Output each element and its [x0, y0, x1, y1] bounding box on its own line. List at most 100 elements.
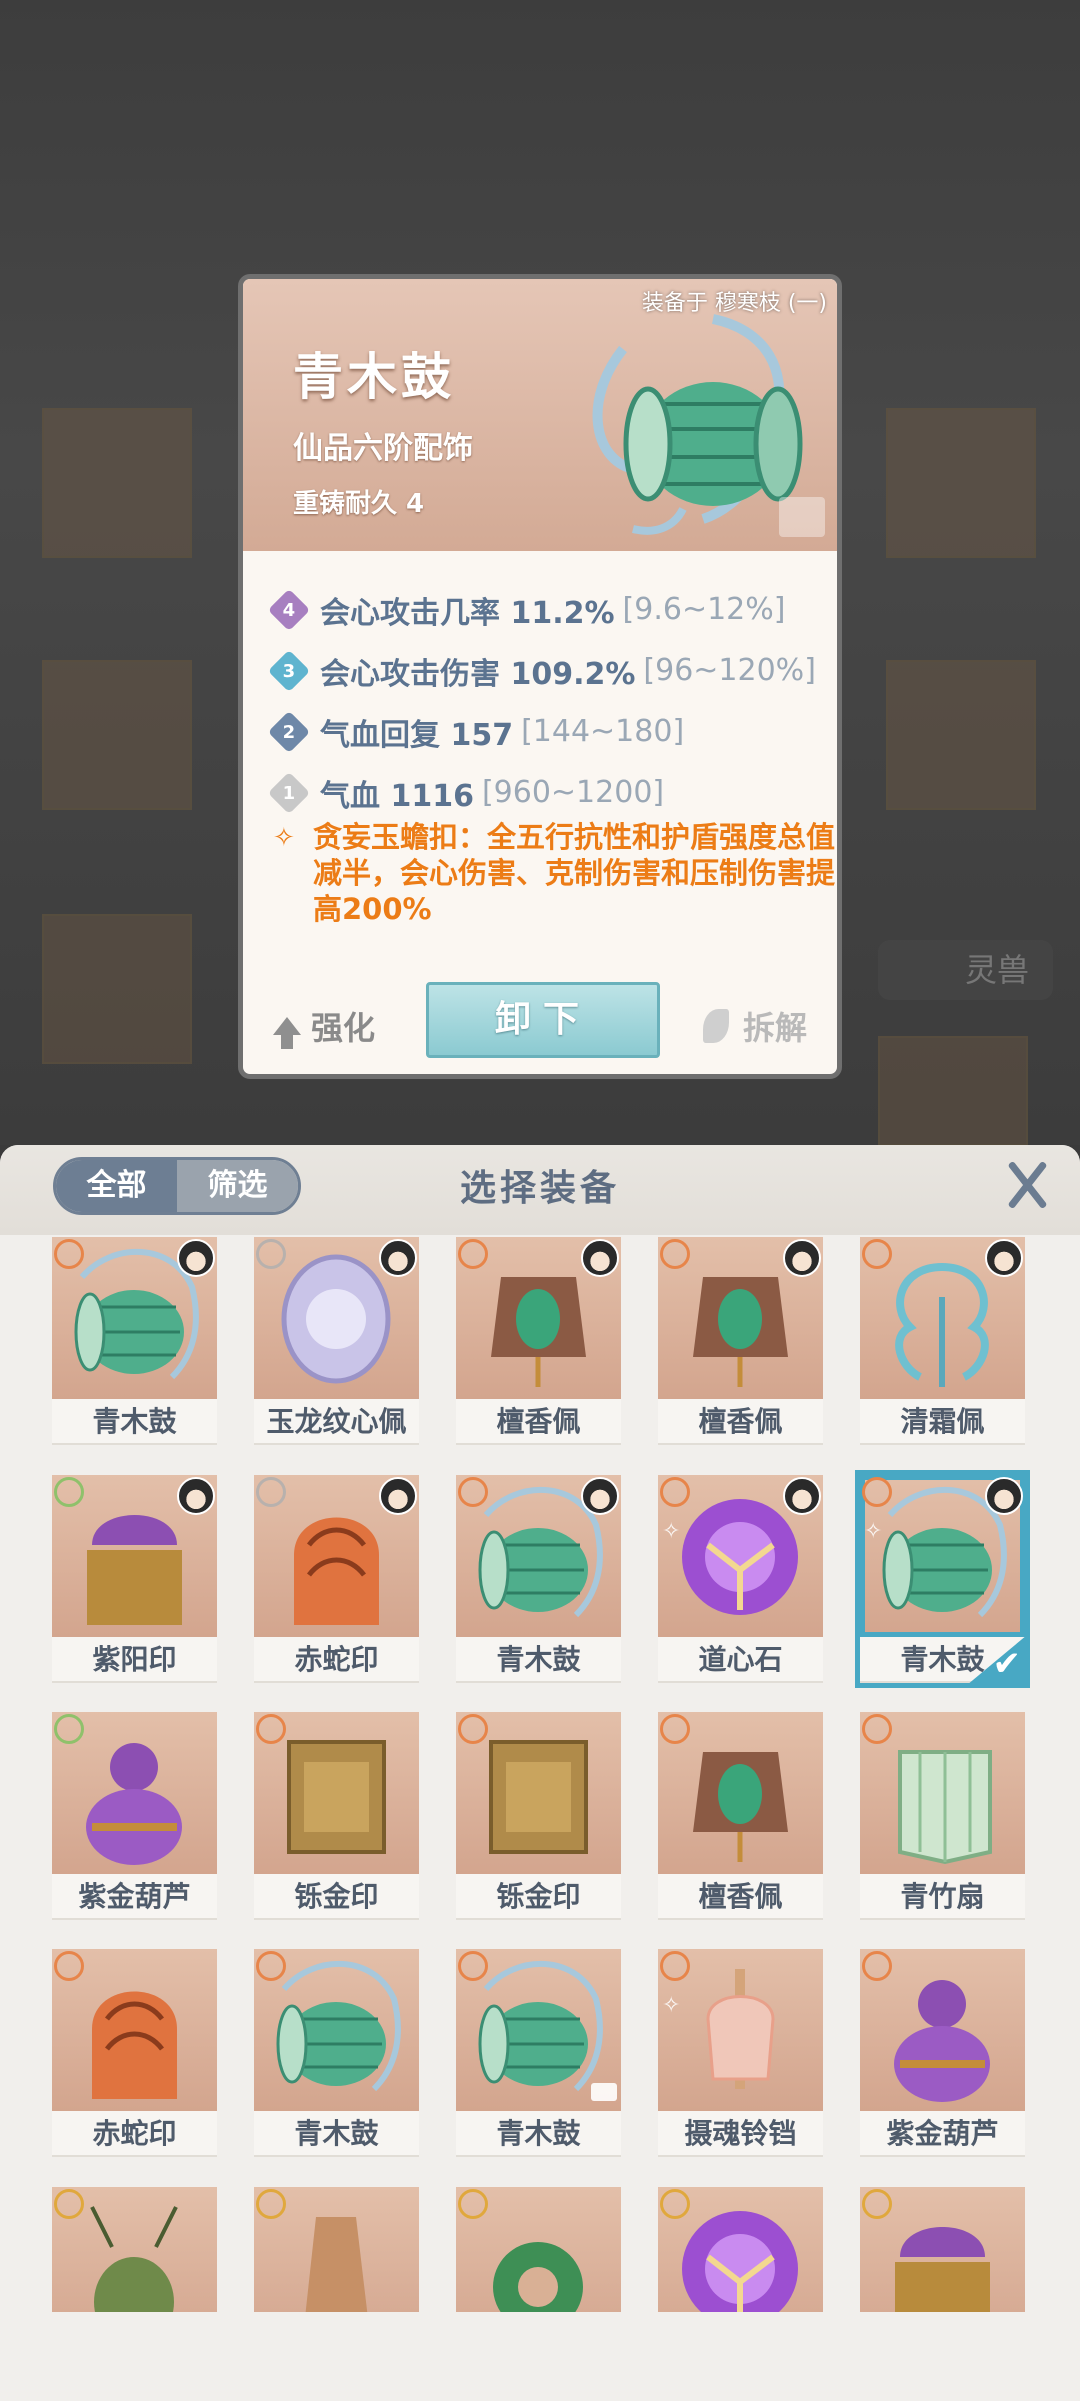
special-effect-icon: ✧: [864, 1519, 883, 1544]
special-effect-text: 贪妄玉蟾扣：全五行抗性和护盾强度总值减半，会心伤害、克制伤害和压制伤害提高200…: [313, 820, 836, 926]
equipment-item[interactable]: [52, 2187, 217, 2312]
grade-icon: [862, 1239, 892, 1269]
equipment-item[interactable]: 檀香佩: [456, 1237, 621, 1445]
lock-icon[interactable]: [779, 497, 825, 537]
equipment-item[interactable]: 檀香佩: [658, 1237, 823, 1445]
grade-icon: [54, 2189, 84, 2219]
equipment-item[interactable]: [658, 2187, 823, 2312]
equipment-item[interactable]: [456, 2187, 621, 2312]
stat-text: 气血回复 157: [320, 717, 514, 753]
item-name: 铄金印: [254, 1874, 419, 1920]
grade-icon: [660, 1239, 690, 1269]
grade-icon: [256, 1477, 286, 1507]
stat-range: [144~180]: [521, 714, 685, 749]
equip-slot: [42, 914, 192, 1064]
equipment-item[interactable]: 铄金印: [456, 1712, 621, 1920]
item-name: 青木鼓: [456, 2111, 621, 2157]
grade-icon: [256, 1951, 286, 1981]
item-name: 紫金葫芦: [52, 1874, 217, 1920]
strengthen-button[interactable]: 强化: [273, 1003, 375, 1049]
grade-icon: [54, 1477, 84, 1507]
stat-list: 4 会心攻击几率 11.2% [9.6~12%] 3 会心攻击伤害 109.2%…: [267, 579, 827, 823]
item-name: 檀香佩: [658, 1874, 823, 1920]
equip-slot: [878, 1036, 1028, 1146]
item-name: 摄魂铃铛: [658, 2111, 823, 2157]
owner-avatar: [581, 1477, 619, 1515]
close-icon[interactable]: [1002, 1157, 1054, 1209]
grade-icon: [54, 1951, 84, 1981]
equip-slot: [886, 660, 1036, 810]
equipment-item[interactable]: ✧ 摄魂铃铛: [658, 1949, 823, 2157]
grade-icon: [458, 1239, 488, 1269]
item-grade: 仙品六阶配饰: [293, 431, 473, 466]
equipment-item[interactable]: [860, 2187, 1025, 2312]
arrow-up-icon: [273, 1017, 301, 1049]
item-name: 青木鼓: [254, 2111, 419, 2157]
equipment-item[interactable]: 青木鼓: [456, 1949, 621, 2157]
item-name: 道心石: [658, 1637, 823, 1683]
grade-icon: [660, 1951, 690, 1981]
grade-icon: [862, 1477, 892, 1507]
tier-1-icon: 1: [267, 771, 311, 814]
item-name: 檀香佩: [456, 1399, 621, 1445]
stat-row: 2 气血回复 157 [144~180]: [267, 701, 827, 762]
owner-avatar: [379, 1239, 417, 1277]
owner-avatar: [985, 1477, 1023, 1515]
tier-3-icon: 3: [267, 649, 311, 692]
equipment-item[interactable]: 铄金印: [254, 1712, 419, 1920]
dismantle-button[interactable]: 拆解: [702, 1003, 807, 1049]
unequip-button[interactable]: 卸下: [426, 982, 660, 1058]
owner-avatar: [783, 1239, 821, 1277]
stat-row: 1 气血 1116 [960~1200]: [267, 762, 827, 823]
grade-icon: [458, 1714, 488, 1744]
equipment-item[interactable]: 青竹扇: [860, 1712, 1025, 1920]
owner-avatar: [985, 1239, 1023, 1277]
equipment-item[interactable]: 赤蛇印: [52, 1949, 217, 2157]
equipment-item[interactable]: ✧ 道心石: [658, 1475, 823, 1683]
equip-slot: [42, 660, 192, 810]
equipment-detail-card: 装备于 穆寒枝 (一) 青木鼓 仙品六阶配饰 重铸耐久 4 4 会心攻击几率 1…: [238, 274, 842, 1079]
stat-row: 3 会心攻击伤害 109.2% [96~120%]: [267, 640, 827, 701]
select-equipment-panel: 全部 筛选 选择装备 青木鼓 玉龙纹心佩 檀香佩 檀香佩 清霜佩 紫阳印 赤蛇印 青木鼓 ✧ 道心…: [0, 1145, 1080, 2401]
equipment-item[interactable]: [254, 2187, 419, 2312]
special-effect-icon: ✧: [273, 823, 295, 853]
equip-slot: [886, 408, 1036, 558]
equipment-item[interactable]: 檀香佩: [658, 1712, 823, 1920]
equipment-item[interactable]: 清霜佩: [860, 1237, 1025, 1445]
equipment-item[interactable]: 青木鼓: [456, 1475, 621, 1683]
equipment-item[interactable]: 赤蛇印: [254, 1475, 419, 1683]
tier-2-icon: 2: [267, 710, 311, 753]
equipment-item[interactable]: 紫金葫芦: [860, 1949, 1025, 2157]
item-name: 青竹扇: [860, 1874, 1025, 1920]
grade-icon: [54, 1239, 84, 1269]
item-name: 清霜佩: [860, 1399, 1025, 1445]
owner-avatar: [177, 1477, 215, 1515]
equipment-item[interactable]: ✧ 青木鼓 ✔: [855, 1470, 1030, 1688]
item-name: 玉龙纹心佩: [254, 1399, 419, 1445]
equipment-item[interactable]: 青木鼓: [254, 1949, 419, 2157]
lock-icon: [591, 2083, 617, 2101]
card-header: 装备于 穆寒枝 (一) 青木鼓 仙品六阶配饰 重铸耐久 4: [243, 279, 837, 551]
equip-slot: [42, 408, 192, 558]
grade-icon: [256, 2189, 286, 2219]
grade-icon: [862, 1951, 892, 1981]
item-name: 青木鼓: [456, 1637, 621, 1683]
equipment-item[interactable]: 紫金葫芦: [52, 1712, 217, 1920]
spirit-beast-tab[interactable]: 灵兽: [878, 940, 1053, 1000]
tier-4-icon: 4: [267, 588, 311, 631]
special-effect-icon: ✧: [662, 1993, 681, 2018]
leaf-icon: [702, 1009, 729, 1043]
owner-avatar: [581, 1239, 619, 1277]
grade-icon: [458, 1951, 488, 1981]
stat-range: [9.6~12%]: [622, 592, 786, 627]
grade-icon: [660, 2189, 690, 2219]
equipment-item[interactable]: 紫阳印: [52, 1475, 217, 1683]
grade-icon: [458, 2189, 488, 2219]
grade-icon: [660, 1714, 690, 1744]
special-effect-icon: ✧: [662, 1519, 681, 1544]
equipment-item[interactable]: 玉龙纹心佩: [254, 1237, 419, 1445]
equipment-item[interactable]: 青木鼓: [52, 1237, 217, 1445]
grade-icon: [256, 1714, 286, 1744]
grade-icon: [256, 1239, 286, 1269]
grade-icon: [862, 2189, 892, 2219]
